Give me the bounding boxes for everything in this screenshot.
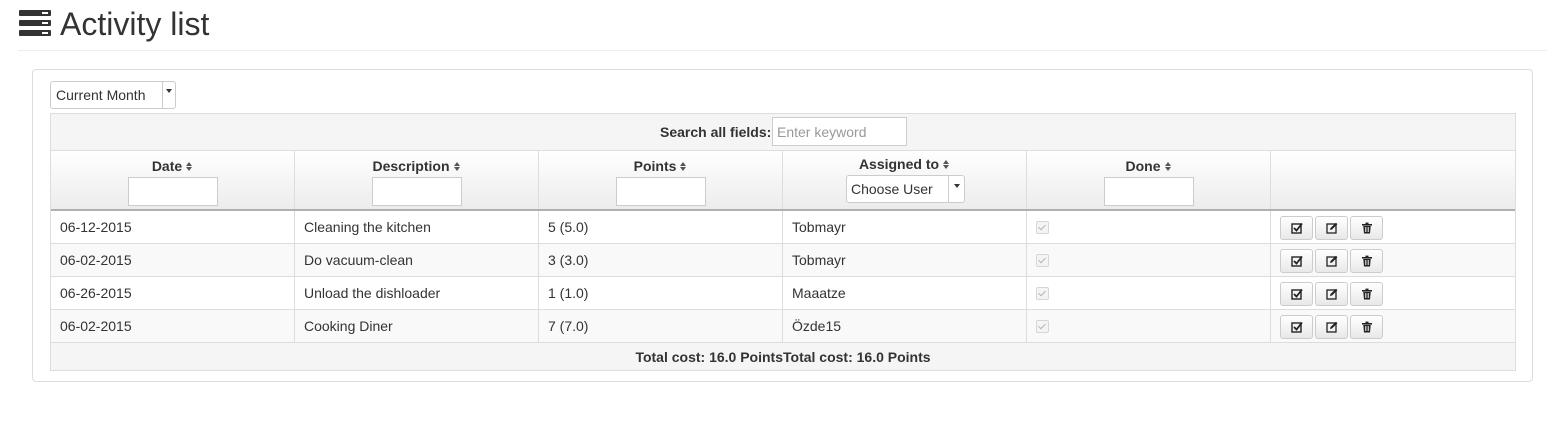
table-row: 06-02-2015 Do vacuum-clean 3 (3.0) Tobma… (51, 244, 1515, 277)
cell-done (1027, 244, 1271, 276)
column-header-assigned-to[interactable]: Assigned to Choose User (783, 151, 1027, 209)
activity-table: Search all fields: Date Description Poin… (50, 113, 1516, 371)
done-checkbox (1036, 287, 1049, 300)
column-header-done[interactable]: Done (1027, 151, 1271, 209)
points-filter-input[interactable] (616, 177, 706, 206)
done-filter-input[interactable] (1104, 177, 1194, 206)
done-checkbox (1036, 320, 1049, 333)
trash-icon (1362, 288, 1372, 300)
delete-button[interactable] (1350, 315, 1383, 339)
column-header-description[interactable]: Description (295, 151, 539, 209)
user-select-value: Choose User (851, 181, 933, 197)
cell-actions (1271, 310, 1515, 342)
column-header-label: Description (372, 158, 450, 174)
cell-assigned-to: Tobmayr (783, 211, 1027, 243)
edit-icon (1326, 321, 1338, 333)
table-row: 06-26-2015 Unload the dishloader 1 (1.0)… (51, 277, 1515, 310)
delete-button[interactable] (1350, 216, 1383, 240)
sort-icon[interactable] (943, 160, 950, 169)
cell-description: Do vacuum-clean (295, 244, 539, 276)
cell-assigned-to: Maaatze (783, 277, 1027, 309)
total-cost: Total cost: 16.0 PointsTotal cost: 16.0 … (635, 349, 931, 365)
search-input[interactable] (772, 117, 907, 146)
cell-actions (1271, 277, 1515, 309)
edit-icon (1326, 255, 1338, 267)
period-select[interactable]: Current Month (50, 81, 176, 109)
server-list-icon (19, 10, 51, 36)
cell-points: 3 (3.0) (539, 244, 783, 276)
sort-icon[interactable] (680, 162, 687, 171)
cell-actions (1271, 244, 1515, 276)
cell-assigned-to: Tobmayr (783, 244, 1027, 276)
period-select-value: Current Month (56, 87, 146, 103)
sort-icon[interactable] (1164, 162, 1172, 171)
description-filter-input[interactable] (372, 177, 462, 206)
table-row: 06-12-2015 Cleaning the kitchen 5 (5.0) … (51, 211, 1515, 244)
cell-assigned-to: Özde15 (783, 310, 1027, 342)
search-label: Search all fields: (660, 124, 772, 140)
trash-icon (1362, 222, 1372, 234)
sort-icon[interactable] (186, 162, 193, 171)
complete-button[interactable] (1280, 249, 1313, 273)
column-header-actions (1271, 151, 1515, 209)
cell-date: 06-02-2015 (51, 310, 295, 342)
complete-button[interactable] (1280, 216, 1313, 240)
check-square-icon (1291, 255, 1303, 267)
cell-points: 5 (5.0) (539, 211, 783, 243)
user-filter-select[interactable]: Choose User (846, 175, 965, 203)
complete-button[interactable] (1280, 315, 1313, 339)
done-checkbox (1036, 221, 1049, 234)
cell-date: 06-02-2015 (51, 244, 295, 276)
cell-description: Cooking Diner (295, 310, 539, 342)
delete-button[interactable] (1350, 282, 1383, 306)
column-header-label: Done (1125, 158, 1161, 174)
trash-icon (1362, 321, 1372, 333)
column-header-label: Points (633, 158, 677, 174)
column-header-label: Assigned to (858, 156, 940, 172)
edit-icon (1326, 222, 1338, 234)
table-header: Date Description Points Assigned to Choo… (51, 151, 1515, 211)
cell-done (1027, 211, 1271, 243)
column-header-date[interactable]: Date (51, 151, 295, 209)
check-square-icon (1291, 288, 1303, 300)
date-filter-input[interactable] (128, 177, 218, 206)
cell-date: 06-26-2015 (51, 277, 295, 309)
table-row: 06-02-2015 Cooking Diner 7 (7.0) Özde15 (51, 310, 1515, 343)
table-footer: Total cost: 16.0 PointsTotal cost: 16.0 … (51, 343, 1515, 370)
complete-button[interactable] (1280, 282, 1313, 306)
search-bar: Search all fields: (51, 114, 1515, 151)
edit-button[interactable] (1315, 249, 1348, 273)
period-dropdown-toggle[interactable] (162, 81, 175, 109)
edit-button[interactable] (1315, 282, 1348, 306)
page-header: Activity list (18, 0, 1547, 51)
chevron-down-icon (166, 89, 172, 93)
edit-button[interactable] (1315, 216, 1348, 240)
column-header-points[interactable]: Points (539, 151, 783, 209)
cell-actions (1271, 211, 1515, 243)
activity-panel: Current Month Search all fields: Date De… (32, 69, 1533, 382)
cell-done (1027, 310, 1271, 342)
cell-date: 06-12-2015 (51, 211, 295, 243)
user-dropdown-toggle[interactable] (948, 175, 964, 203)
check-square-icon (1291, 321, 1303, 333)
cell-description: Unload the dishloader (295, 277, 539, 309)
done-checkbox (1036, 254, 1049, 267)
sort-icon[interactable] (453, 162, 461, 171)
check-square-icon (1291, 222, 1303, 234)
cell-done (1027, 277, 1271, 309)
edit-button[interactable] (1315, 315, 1348, 339)
edit-icon (1326, 288, 1338, 300)
cell-points: 1 (1.0) (539, 277, 783, 309)
delete-button[interactable] (1350, 249, 1383, 273)
column-header-label: Date (151, 158, 183, 174)
page-title: Activity list (60, 6, 210, 42)
cell-description: Cleaning the kitchen (295, 211, 539, 243)
cell-points: 7 (7.0) (539, 310, 783, 342)
trash-icon (1362, 255, 1372, 267)
chevron-down-icon (954, 184, 960, 188)
